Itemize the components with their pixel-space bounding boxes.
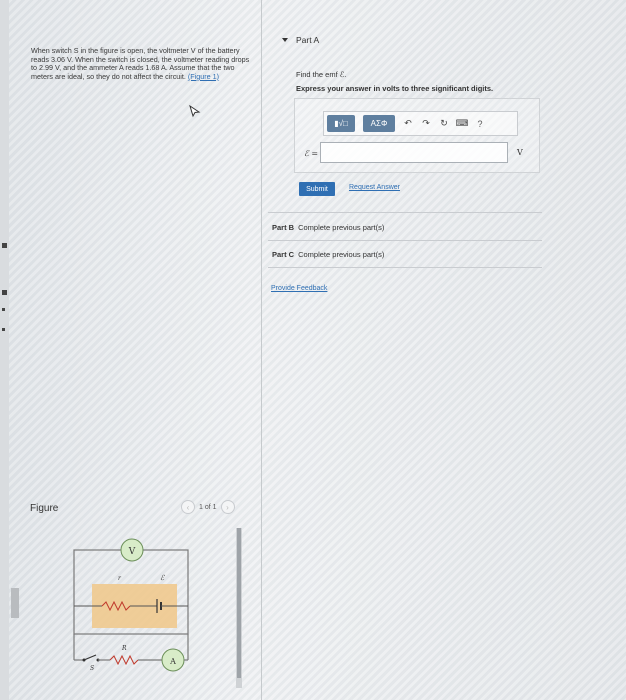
switch-label: S [90,665,94,672]
edge-marker [2,308,5,311]
divider [268,212,542,213]
part-c-label: Part C [272,250,295,259]
ammeter-label: A [169,657,176,666]
mouse-cursor-icon [189,104,201,118]
request-answer-link[interactable]: Request Answer [349,184,400,191]
part-a-instruction: Express your answer in volts to three si… [296,84,494,93]
part-b-status: Complete previous part(s) [298,223,385,232]
edge-marker [2,243,7,248]
figure-title: Figure [30,503,59,514]
part-c-status: Complete previous part(s) [298,250,385,259]
greek-symbols-button[interactable]: ΑΣΦ [363,115,395,132]
unit-label: V [517,148,523,157]
switch-lever [83,654,97,661]
part-b-row[interactable]: Part B Complete previous part(s) [272,223,384,232]
part-b-label: Part B [272,223,295,232]
part-a-title: Part A [296,35,320,45]
problem-statement: When switch S in the figure is open, the… [31,46,253,81]
redo-icon[interactable]: ↷ [421,118,431,129]
part-a-header[interactable]: Part A [282,35,319,45]
divider [268,240,542,241]
chevron-left-icon[interactable]: ‹ [181,500,195,514]
undo-icon[interactable]: ↶ [403,118,413,129]
load-resistor [109,654,139,666]
screen: When switch S in the figure is open, the… [0,0,626,700]
submit-button[interactable]: Submit [299,182,335,196]
edge-marker [2,290,7,295]
emf-label: ℰ [160,574,165,582]
edge-marker [2,328,5,331]
pager-count: 1 of 1 [199,503,217,511]
figure-scroll-thumb[interactable] [237,528,241,678]
chevron-right-icon[interactable]: › [220,500,235,514]
load-resistor-label: R [121,645,127,652]
part-a-prompt: Find the emf ℰ. [296,70,347,79]
figure-pager: ‹ 1 of 1 › [181,500,235,514]
provide-feedback-link[interactable]: Provide Feedback [271,285,327,292]
left-edge-bar [0,0,9,700]
circuit-diagram: V r ℰ S R A [73,538,189,672]
divider [268,267,542,268]
figure-link[interactable]: (Figure 1) [188,72,219,81]
reset-icon[interactable]: ↻ [439,118,449,129]
templates-button[interactable]: ▮√□ [327,115,355,132]
answer-input[interactable] [320,142,508,163]
caret-down-icon [282,38,288,42]
internal-resistance-label: r [118,575,122,582]
math-toolbar: ▮√□ ΑΣΦ ↶ ↷ ↻ ⌨ ? [323,111,518,136]
help-icon[interactable]: ? [475,119,485,129]
voltmeter-label: V [128,547,136,557]
part-c-row[interactable]: Part C Complete previous part(s) [272,250,384,259]
keyboard-icon[interactable]: ⌨ [456,118,469,129]
variable-label: ℰ = [304,149,319,158]
